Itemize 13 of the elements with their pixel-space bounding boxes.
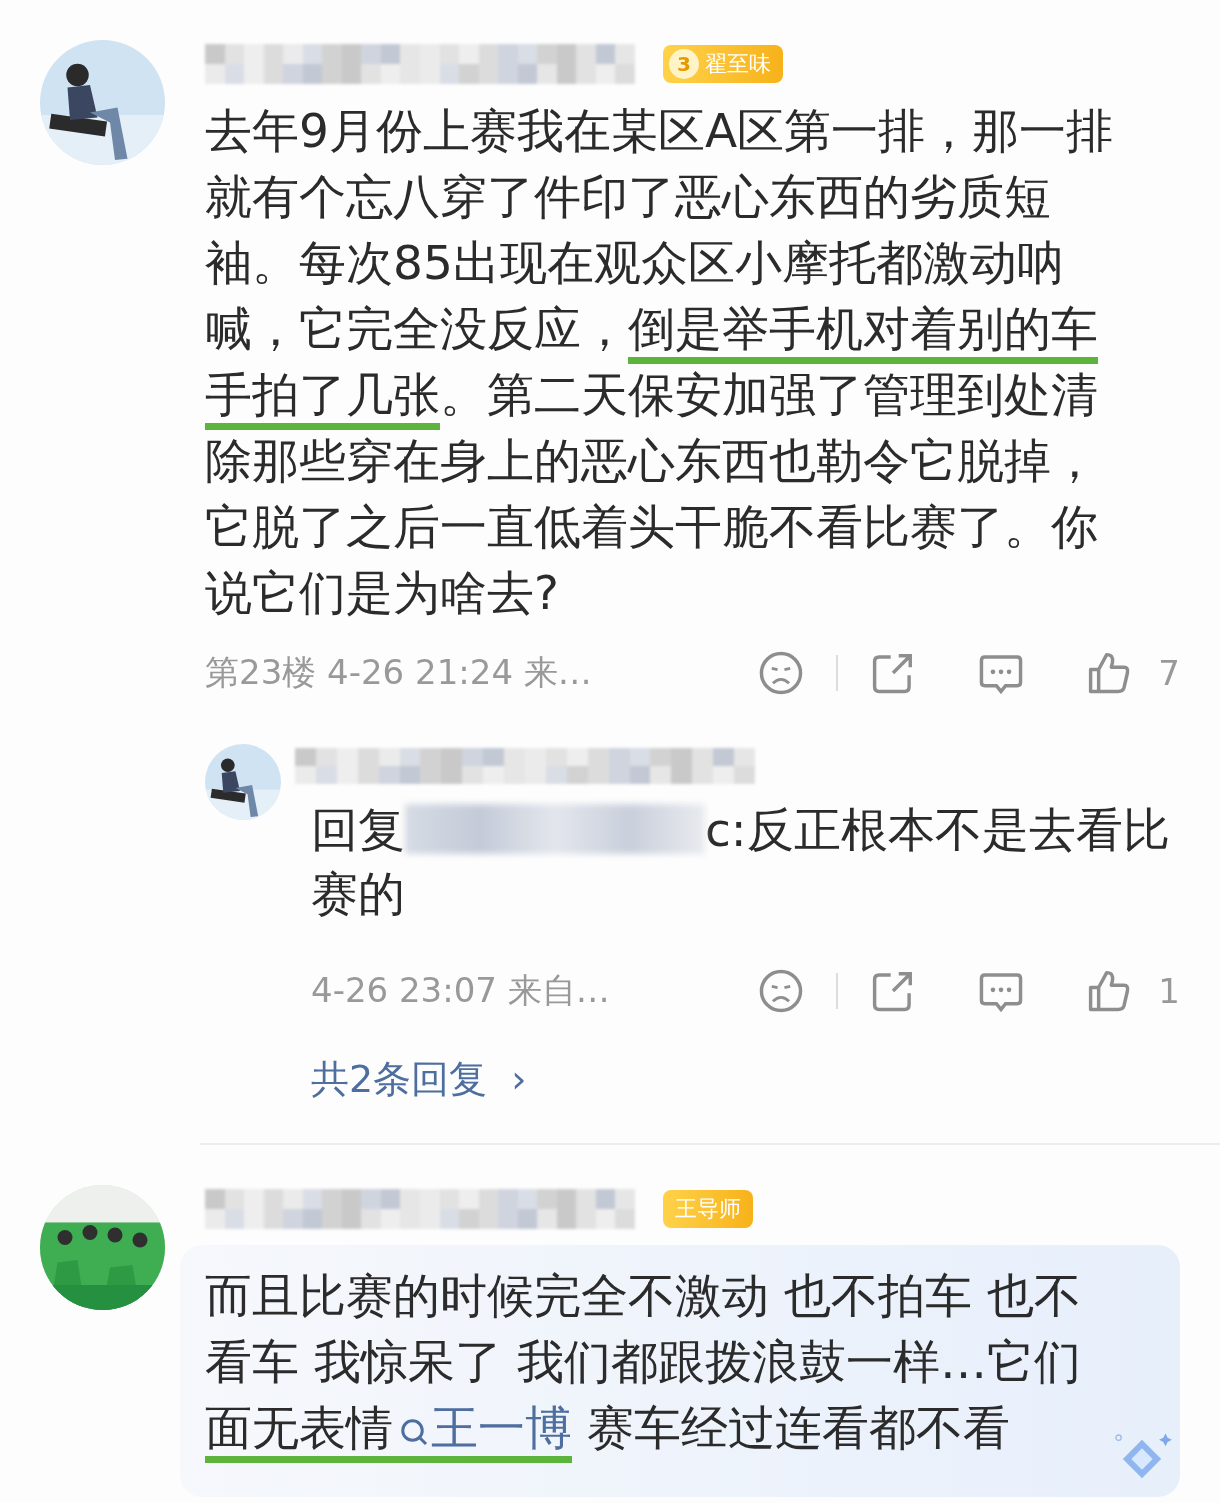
fan-badge: 王导师 <box>663 1190 753 1228</box>
sad-face-icon[interactable] <box>758 968 805 1014</box>
sad-face-icon[interactable] <box>758 650 805 696</box>
comment-text: 而且比赛的时候完全不激动 也不拍车 也不看车 我惊呆了 我们都跟拨浪鼓一样…它们 面无表情 王一博 赛车经过连看都不看 <box>205 1263 1110 1467</box>
search-icon <box>399 1417 429 1447</box>
like-count: 1 <box>1158 971 1180 1011</box>
like-count: 7 <box>1158 653 1180 693</box>
post-info: 4-26 23:07 来自… <box>311 969 610 1012</box>
fan-badge: 3 翟至味 <box>663 45 783 83</box>
more-replies-link[interactable]: 共2条回复 › <box>311 1054 527 1105</box>
post-info: 第23楼 4-26 21:24 来… <box>205 651 592 694</box>
comment-text: 去年9月份上赛我在某区A区第一排，那一排就有个忘八穿了件印了恶心东西的劣质短袖。每次85出现在观众区小摩托都激动呐喊，它完全没反应，倒是举手机对着别的车手拍了几张。第二天保安加强了管理到处清除那些穿在身上的恶心东西也勒令它脱掉，它脱了之后一直低着头干脆不看比赛了。你说它们是为啥去? <box>205 102 1115 622</box>
reply-text: 回复 c:反正根本不是去看比赛的 <box>311 801 1171 923</box>
